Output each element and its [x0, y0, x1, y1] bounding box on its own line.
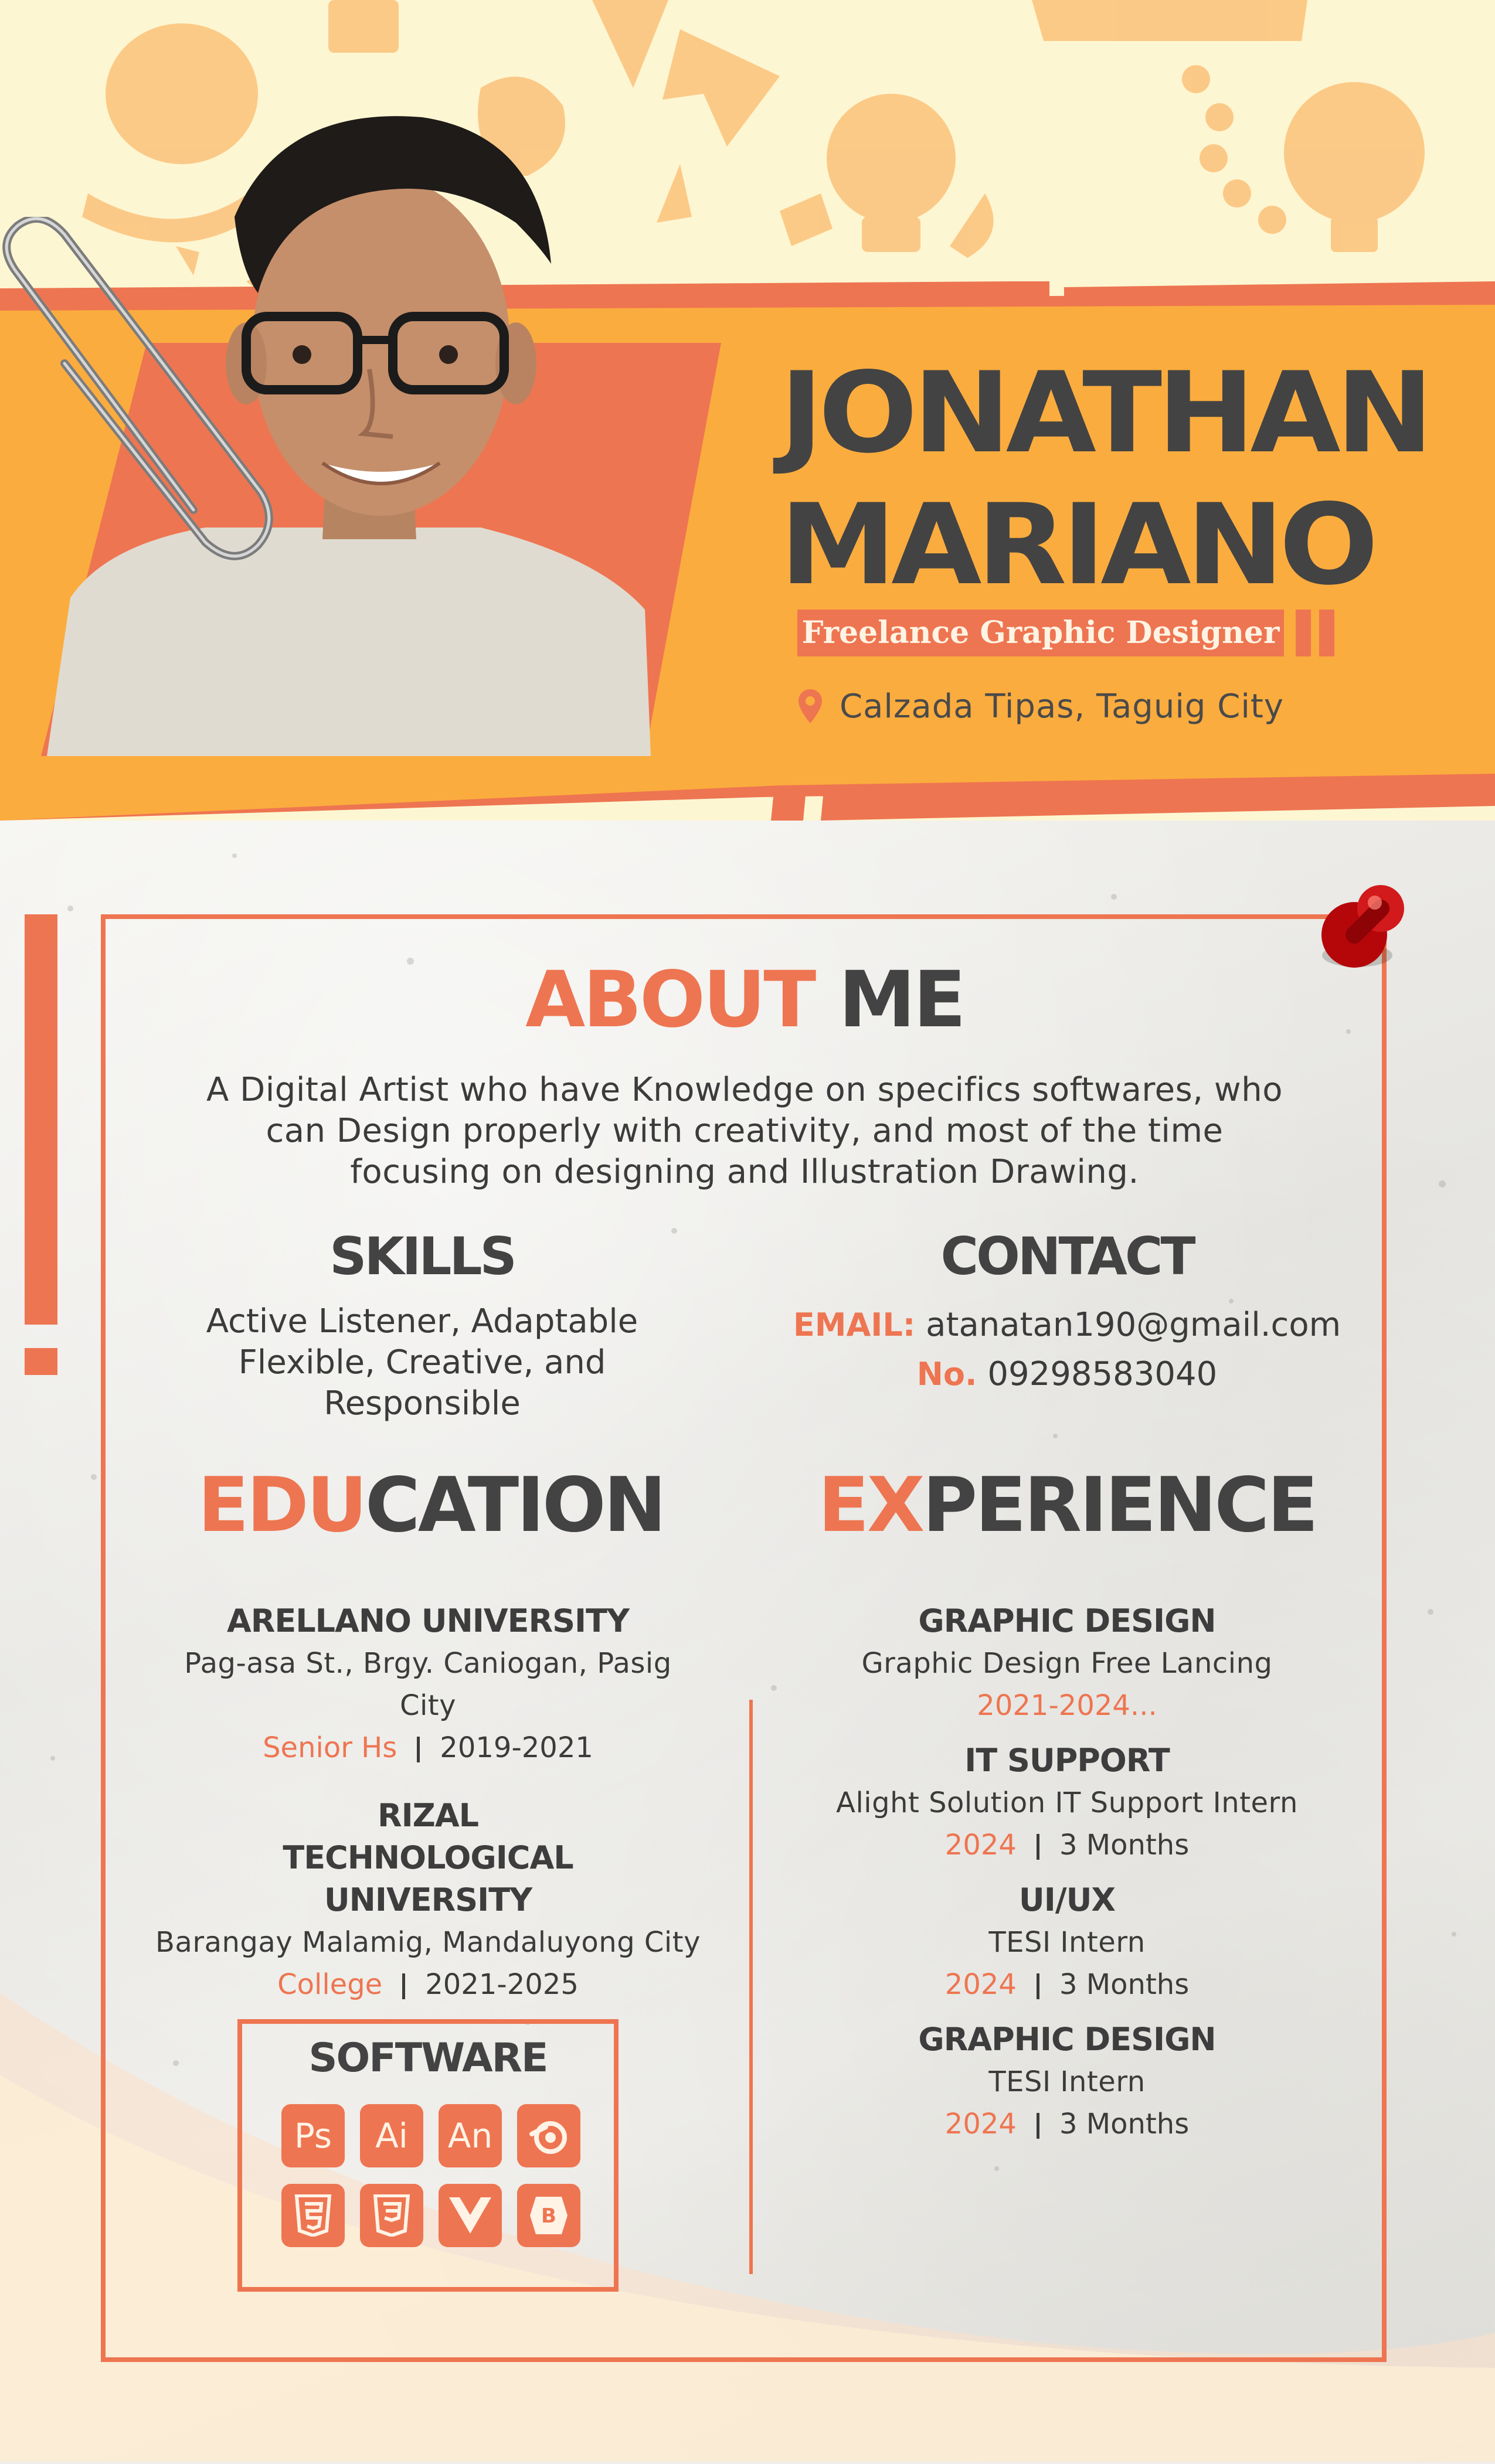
job-meta: 2024 3 Months — [780, 2103, 1354, 2145]
css3-icon — [360, 2184, 423, 2247]
job-detail: TESI Intern — [988, 1926, 1146, 1959]
job-meta: 2024 3 Months — [780, 1824, 1354, 1866]
contact-email: EMAIL: atanatan190@gmail.com — [739, 1306, 1395, 1344]
job-duration: 3 Months — [1059, 1968, 1190, 2001]
location: Calzada Tipas, Taguig City — [799, 683, 1284, 730]
education-heading: EDUCATION — [135, 1468, 727, 1543]
job-detail: TESI Intern — [988, 2065, 1146, 2098]
about-text: A Digital Artist who have Knowledge on s… — [206, 1071, 1283, 1191]
school-years: 2021-2025 — [425, 1968, 579, 2001]
skills-heading: SKILLS — [329, 1226, 517, 1287]
experience-heading: EXPERIENCE — [803, 1468, 1331, 1543]
job-year: 2024 — [944, 2108, 1017, 2140]
bootstrap-icon: B — [517, 2184, 580, 2247]
software-icons: Ps Ai An B — [281, 2104, 586, 2247]
svg-text:B: B — [541, 2204, 556, 2228]
school-meta: College 2021-2025 — [152, 1963, 704, 2006]
education-heading-rest: CATION — [365, 1462, 667, 1549]
experience-entry: UI/UX TESI Intern 2024 3 Months — [780, 1879, 1354, 2006]
job-meta: 2024 3 Months — [780, 1963, 1354, 2006]
contact-heading: CONTACT — [940, 1226, 1196, 1287]
html5-icon — [281, 2184, 345, 2247]
job-title: GRAPHIC DESIGN — [918, 2021, 1216, 2058]
school-level: Senior Hs — [263, 1731, 397, 1764]
school-name: ARELLANO UNIVERSITY — [226, 1602, 630, 1639]
column-divider — [749, 1700, 753, 2274]
experience-heading-rest: PERIENCE — [922, 1462, 1318, 1549]
job-duration: 3 Months — [1059, 2108, 1190, 2140]
job-title: UI/UX — [1018, 1881, 1116, 1918]
education-heading-accent: EDU — [198, 1462, 368, 1549]
job-title-badge: Freelance Graphic Designer — [797, 610, 1284, 656]
school-name: RIZAL TECHNOLOGICAL UNIVERSITY — [283, 1797, 573, 1918]
job-year: 2021-2024... — [977, 1689, 1157, 1722]
experience-list: GRAPHIC DESIGN Graphic Design Free Lanci… — [780, 1600, 1354, 2158]
job-title: GRAPHIC DESIGN — [918, 1602, 1216, 1639]
email-label: EMAIL: — [793, 1306, 916, 1343]
side-accent-dot — [25, 1348, 57, 1375]
experience-entry: IT SUPPORT Alight Solution IT Support In… — [780, 1740, 1354, 1866]
separator — [402, 1973, 406, 1999]
job-meta: 2021-2024... — [780, 1684, 1354, 1727]
badge-tick — [1296, 610, 1311, 656]
separator — [417, 1737, 420, 1762]
school-meta: Senior Hs 2019-2021 — [152, 1727, 704, 1769]
email-value[interactable]: atanatan190@gmail.com — [926, 1306, 1341, 1344]
separator — [1036, 1834, 1039, 1860]
experience-entry: GRAPHIC DESIGN TESI Intern 2024 3 Months — [780, 2019, 1354, 2145]
paper-clip-icon — [2, 217, 273, 560]
illustrator-icon: Ai — [360, 2104, 423, 2167]
photoshop-icon: Ps — [281, 2104, 345, 2167]
job-duration: 3 Months — [1059, 1829, 1190, 1861]
separator — [1036, 2113, 1039, 2139]
school-years: 2019-2021 — [440, 1731, 593, 1764]
about-heading-accent: ABOUT — [525, 955, 816, 1045]
about-heading-rest: ME — [814, 955, 966, 1045]
school-address: Barangay Malamig, Mandaluyong City — [155, 1926, 701, 1959]
side-accent-bar — [25, 914, 57, 1325]
badge-tick — [1319, 610, 1334, 656]
phone-value[interactable]: 09298583040 — [987, 1355, 1217, 1393]
education-entry: ARELLANO UNIVERSITY Pag-asa St., Brgy. C… — [152, 1600, 704, 1769]
education-entry: RIZAL TECHNOLOGICAL UNIVERSITY Barangay … — [152, 1795, 704, 2006]
blender-icon — [517, 2104, 580, 2167]
education-list: ARELLANO UNIVERSITY Pag-asa St., Brgy. C… — [152, 1600, 704, 2031]
skills-text: Active Listener, Adaptable Flexible, Cre… — [206, 1302, 638, 1422]
location-text: Calzada Tipas, Taguig City — [840, 687, 1284, 726]
job-year: 2024 — [944, 1968, 1017, 2001]
software-heading: SOFTWARE — [308, 2035, 548, 2081]
experience-entry: GRAPHIC DESIGN Graphic Design Free Lanci… — [780, 1600, 1354, 1727]
vue-icon — [439, 2184, 502, 2247]
about-heading: ABOUT ME — [100, 961, 1389, 1039]
job-year: 2024 — [944, 1829, 1017, 1861]
job-detail: Graphic Design Free Lancing — [861, 1647, 1273, 1680]
school-level: College — [277, 1968, 383, 2001]
job-title: IT SUPPORT — [964, 1742, 1170, 1779]
separator — [1036, 1973, 1039, 1999]
job-detail: Alight Solution IT Support Intern — [836, 1786, 1298, 1819]
animate-icon: An — [439, 2104, 502, 2167]
first-name: JONATHAN — [780, 348, 1433, 478]
last-name: MARIANO — [780, 480, 1378, 610]
experience-heading-accent: EX — [818, 1462, 925, 1549]
school-address: Pag-asa St., Brgy. Caniogan, Pasig City — [184, 1647, 672, 1722]
phone-label: No. — [916, 1356, 977, 1393]
contact-phone: No. 09298583040 — [739, 1355, 1395, 1393]
map-pin-icon — [799, 689, 822, 723]
